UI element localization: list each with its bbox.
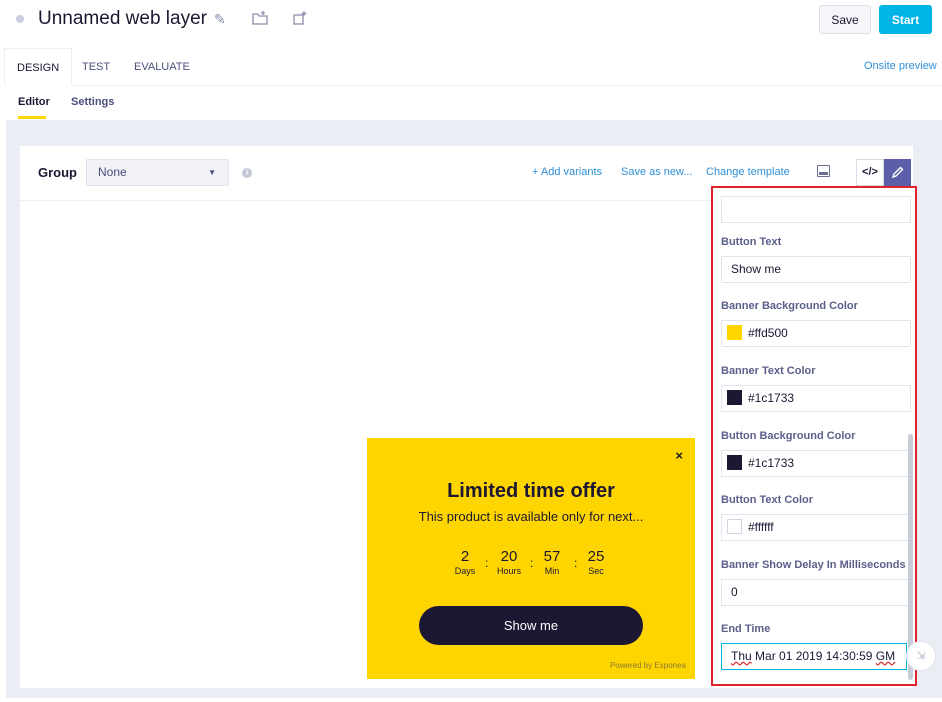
countdown-minutes-value: 57 [543, 548, 561, 565]
banner-title: Limited time offer [447, 480, 615, 502]
banner-text-color-value: #1c1733 [748, 391, 795, 405]
save-folder-icon[interactable] [252, 10, 268, 30]
save-button[interactable]: Save [819, 5, 871, 34]
show-delay-input[interactable]: 0 [721, 579, 911, 606]
countdown-minutes: 57 Min [532, 548, 572, 576]
chevron-down-icon: ▼ [208, 168, 216, 177]
preview-mode-icon[interactable] [817, 165, 830, 177]
edit-view-button[interactable] [884, 159, 911, 186]
countdown-days-value: 2 [460, 548, 470, 565]
countdown-seconds: 25 Sec [576, 548, 616, 576]
button-text-label: Button Text [721, 236, 782, 248]
top-bar: Unnamed web layer ✎ Save Start [0, 0, 942, 40]
main-tabs: DESIGN TEST EVALUATE [4, 48, 942, 86]
banner-text-color-label: Banner Text Color [721, 365, 816, 377]
banner-bg-color-value: #ffd500 [748, 326, 788, 340]
page-title[interactable]: Unnamed web layer [38, 8, 207, 30]
countdown-hours-value: 20 [500, 548, 518, 565]
group-select-value: None [98, 165, 127, 179]
onsite-preview-link[interactable]: Onsite preview [864, 60, 937, 72]
color-swatch[interactable] [727, 324, 742, 340]
group-label: Group [38, 165, 77, 180]
countdown-separator: : [485, 556, 489, 570]
status-dot-icon [16, 15, 24, 23]
color-swatch[interactable] [727, 454, 742, 470]
countdown-days: 2 Days [445, 548, 485, 576]
countdown-minutes-label: Min [544, 566, 560, 576]
button-text-color-value: #ffffff [748, 520, 774, 534]
button-bg-color-label: Button Background Color [721, 430, 856, 442]
tab-settings[interactable]: Settings [71, 96, 114, 108]
end-time-value-date: Mar 01 2019 14:30:59 [751, 649, 876, 663]
button-text-input[interactable]: Show me [721, 256, 911, 283]
active-tab-indicator [18, 116, 46, 119]
banner-text: This product is available only for next.… [418, 509, 644, 524]
code-view-button[interactable]: </> [856, 159, 884, 186]
countdown-hours-label: Hours [496, 566, 521, 576]
banner-text-color-input[interactable]: #1c1733 [721, 385, 911, 412]
previous-field-input[interactable] [721, 196, 911, 223]
save-as-new-link[interactable]: Save as new... [621, 166, 693, 178]
tab-test[interactable]: TEST [82, 48, 110, 86]
end-time-value-day: Thu [731, 649, 752, 663]
pencil-icon [891, 166, 903, 179]
banner-footer: Powered by Exponea [609, 661, 686, 670]
tab-design[interactable]: DESIGN [4, 48, 73, 86]
tab-evaluate[interactable]: EVALUATE [134, 48, 190, 86]
banner-bg-color-input[interactable]: #ffd500 [721, 320, 911, 347]
start-button[interactable]: Start [879, 5, 932, 34]
banner-bg-color-label: Banner Background Color [721, 300, 858, 312]
countdown-hours: 20 Hours [489, 548, 529, 576]
color-swatch[interactable] [727, 389, 742, 405]
banner-preview: × Limited time offer This product is ava… [367, 438, 695, 679]
countdown-days-label: Days [454, 566, 476, 576]
button-bg-color-value: #1c1733 [748, 456, 795, 470]
tab-editor[interactable]: Editor [18, 96, 50, 108]
show-delay-label: Banner Show Delay In Milliseconds [721, 559, 906, 571]
button-bg-color-input[interactable]: #1c1733 [721, 450, 911, 477]
color-swatch[interactable] [727, 518, 742, 534]
end-time-label: End Time [721, 623, 771, 635]
button-text-color-input[interactable]: #ffffff [721, 514, 911, 541]
rename-pencil-icon[interactable]: ✎ [214, 10, 226, 28]
countdown-seconds-label: Sec [588, 566, 604, 576]
settings-panel: Button Text Show me Banner Background Co… [711, 186, 917, 686]
settings-scroll-area: Button Text Show me Banner Background Co… [713, 188, 915, 684]
sub-tabs: Editor Settings [0, 86, 942, 120]
banner-cta-button[interactable]: Show me [419, 606, 643, 645]
change-template-link[interactable]: Change template [706, 166, 790, 178]
banner-close-icon[interactable]: × [675, 448, 683, 463]
duplicate-icon[interactable] [292, 10, 308, 30]
info-icon[interactable]: i [242, 168, 252, 178]
countdown-seconds-value: 25 [587, 548, 605, 565]
add-variants-link[interactable]: + Add variants [532, 166, 602, 178]
button-text-color-label: Button Text Color [721, 494, 814, 506]
end-time-value-tz: GM [875, 649, 896, 663]
resize-handle-icon[interactable]: ⇲ [906, 641, 936, 671]
end-time-input[interactable]: Thu Mar 01 2019 14:30:59 GM [721, 643, 907, 670]
group-select[interactable]: None ▼ [86, 159, 229, 186]
